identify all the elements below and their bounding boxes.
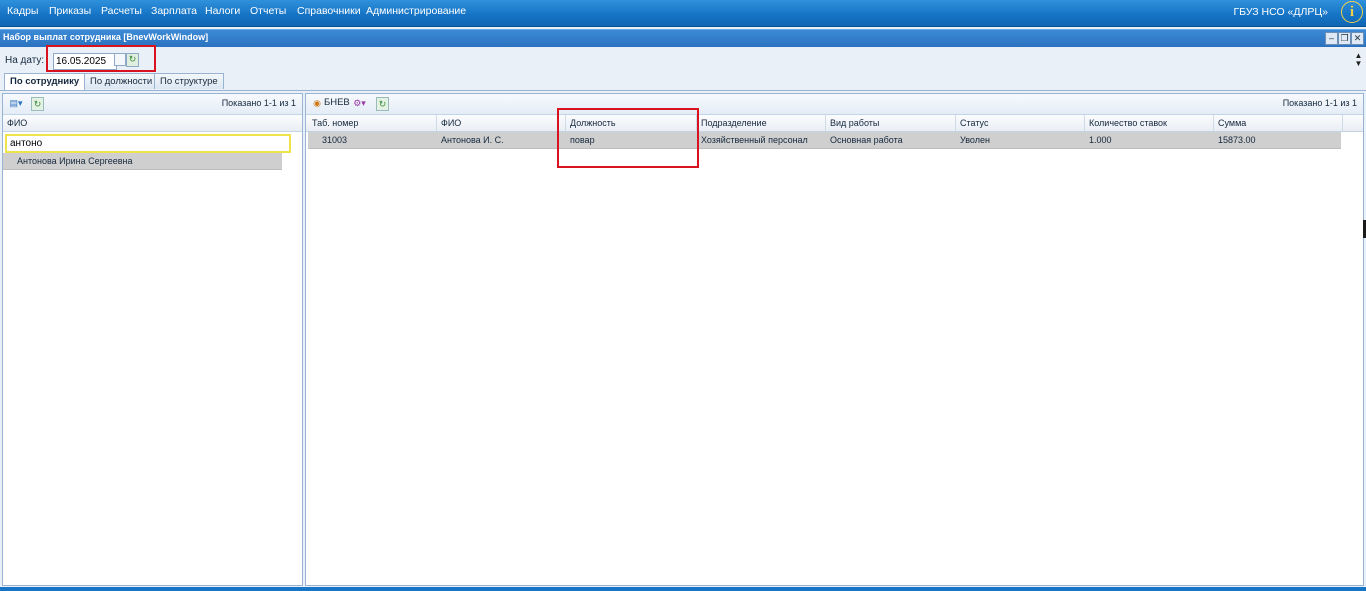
bottom-bar [0, 587, 1366, 591]
refresh-icon[interactable]: ↻ [376, 97, 389, 111]
cell-fio: Антонова И. С. [441, 135, 504, 145]
list-item[interactable]: Антонова Ирина Сергеевна [3, 153, 282, 170]
tab-strip: По сотруднику По должности По структуре [0, 73, 1366, 91]
organization-name: ГБУЗ НСО «ДЛРЦ» [1233, 6, 1328, 18]
column-header-fio[interactable]: ФИО [3, 115, 283, 131]
employee-panel: ▤▾ ↻ Показано 1-1 из 1 ФИО Антонова Ирин… [2, 93, 303, 586]
menu-item-zarplata[interactable]: Зарплата [151, 5, 197, 17]
employee-name: Антонова Ирина Сергеевна [17, 156, 133, 166]
payments-panel: ◉ БНЕВ ⚙▾ ↻ Показано 1-1 из 1 Таб. номер… [305, 93, 1364, 586]
tab-by-employee[interactable]: По сотруднику [4, 73, 86, 90]
column-header-rate-count[interactable]: Количество ставок [1085, 115, 1214, 131]
scroll-arrows-icon[interactable]: ▲ ▼ [1354, 52, 1363, 68]
menu-item-nalogi[interactable]: Налоги [205, 5, 240, 17]
menu-item-kadry[interactable]: Кадры [7, 5, 38, 17]
highlight-date-box [46, 45, 156, 72]
shown-count: Показано 1-1 из 1 [221, 98, 296, 108]
cell-sum: 15873.00 [1218, 135, 1256, 145]
bnev-button[interactable]: БНЕВ [324, 97, 350, 109]
main-menu-bar: Кадры Приказы Расчеты Зарплата Налоги От… [0, 0, 1366, 27]
bnev-icon[interactable]: ◉ [312, 97, 322, 109]
payments-toolbar: ◉ БНЕВ ⚙▾ ↻ Показано 1-1 из 1 [306, 94, 1363, 115]
cell-status: Уволен [960, 135, 990, 145]
minimize-icon[interactable]: – [1325, 32, 1338, 45]
print-menu-icon[interactable]: ▤▾ [8, 97, 24, 109]
fio-filter-input[interactable] [5, 134, 291, 153]
highlight-position-box [557, 108, 699, 168]
menu-item-administrirovanie[interactable]: Администрирование [366, 5, 466, 17]
employee-toolbar: ▤▾ ↻ Показано 1-1 из 1 [3, 94, 302, 115]
cell-tab-number: 31003 [322, 135, 348, 145]
tab-by-structure[interactable]: По структуре [154, 73, 224, 89]
column-header-status[interactable]: Статус [956, 115, 1085, 131]
date-row: На дату: [0, 47, 1366, 70]
info-icon[interactable]: i [1341, 1, 1363, 23]
column-header-department[interactable]: Подразделение [697, 115, 826, 131]
menu-item-raschety[interactable]: Расчеты [101, 5, 142, 17]
restore-icon[interactable]: ❐ [1338, 32, 1351, 45]
column-header-tab-number[interactable]: Таб. номер [308, 115, 437, 131]
employee-grid-header: ФИО [3, 115, 302, 132]
cell-rate-count: 1.000 [1089, 135, 1112, 145]
refresh-icon[interactable]: ↻ [31, 97, 44, 111]
window-title-bar: Набор выплат сотрудника [BnevWorkWindow]… [0, 29, 1366, 47]
payments-grid-header: Таб. номер ФИО Должность Подразделение В… [306, 115, 1363, 132]
column-header-sum[interactable]: Сумма [1214, 115, 1343, 131]
date-label: На дату: [5, 55, 45, 66]
window-title: Набор выплат сотрудника [BnevWorkWindow] [3, 32, 209, 42]
column-header-work-type[interactable]: Вид работы [826, 115, 956, 131]
close-icon[interactable]: ✕ [1351, 32, 1364, 45]
settings-menu-icon[interactable]: ⚙▾ [351, 97, 368, 109]
cell-department: Хозяйственный персонал [701, 135, 808, 145]
table-row[interactable]: 31003 Антонова И. С. повар Хозяйственный… [308, 132, 1341, 149]
shown-count: Показано 1-1 из 1 [1282, 98, 1357, 108]
column-header-fio[interactable]: ФИО [437, 115, 566, 131]
tab-by-position[interactable]: По должности [84, 73, 159, 89]
cell-work-type: Основная работа [830, 135, 903, 145]
menu-item-prikazy[interactable]: Приказы [49, 5, 91, 17]
menu-item-otchety[interactable]: Отчеты [250, 5, 286, 17]
menu-item-spravochniki[interactable]: Справочники [297, 5, 361, 17]
